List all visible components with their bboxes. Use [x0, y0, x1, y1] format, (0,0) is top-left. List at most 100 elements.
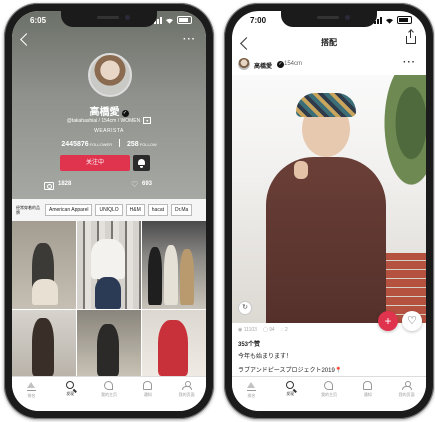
like-heart-button[interactable]: ♡: [402, 311, 422, 331]
brand-tags-label: 经常穿着的品牌: [16, 205, 40, 215]
tab-label: 我的主页: [100, 392, 117, 397]
views-count: 11103: [243, 327, 257, 333]
tab-ranking[interactable]: 排名: [236, 381, 266, 399]
photo-subject-headscarf: [296, 93, 356, 117]
heart-icon: ♡: [131, 180, 139, 189]
more-options-icon[interactable]: ···: [403, 58, 416, 68]
follower-count[interactable]: 2445876: [61, 141, 88, 148]
tab-notifications[interactable]: 通知: [133, 381, 163, 398]
tab-label: 我的主页: [320, 392, 337, 397]
more-options-icon[interactable]: ···: [183, 35, 196, 45]
profile-name-row: 高橋愛 ✓: [12, 103, 206, 118]
outfit-photo[interactable]: [12, 310, 76, 376]
tab-label: 我的页面: [178, 392, 195, 397]
phone-frame-profile: 6:05 ··· 高橋愛 ✓ @takahashiai / 154cm / WOM…: [4, 3, 214, 419]
brand-tags-bar: 经常穿着的品牌 American Apparel UNIQLO H&M haca…: [12, 199, 206, 221]
following-count[interactable]: 258: [127, 141, 139, 148]
feed-icon: [104, 381, 114, 390]
crown-icon: [246, 381, 256, 391]
bell-icon: [143, 381, 153, 390]
profile-handle: @takahashiai / 154cm / WOMEN: [66, 118, 141, 124]
page-title: 搭配: [321, 38, 337, 47]
battery-icon: [397, 16, 412, 24]
profile-counts: 1828 ♡ 693: [12, 181, 206, 193]
bell-icon: [363, 381, 373, 390]
tab-my-feed[interactable]: 我的主页: [94, 381, 124, 398]
caption-line-2: ラブアンドピースプロジェクト2019📍: [238, 365, 342, 374]
caption-line-1: 今年も始まります！: [238, 354, 293, 360]
tab-label: 通知: [363, 392, 372, 397]
brand-tag[interactable]: American Apparel: [45, 204, 93, 216]
brand-tag[interactable]: H&M: [125, 204, 145, 216]
add-button[interactable]: +: [378, 311, 398, 331]
tab-label: 通知: [143, 392, 152, 397]
profile-screen: 6:05 ··· 高橋愛 ✓ @takahashiai / 154cm / WOM…: [12, 11, 206, 411]
post-stats: ◉ 11103 ▢ 94 ◌ 2: [238, 327, 288, 333]
post-screen: 7:00 搭配 高橋愛 ✓ 154cm ··· ↻ + ♡ ◉ 11103 ▢ …: [232, 11, 426, 411]
status-time: 6:05: [30, 16, 47, 25]
rotate-icon[interactable]: ↻: [238, 301, 252, 315]
wifi-icon: [386, 18, 393, 24]
post-nav-bar: 搭配: [232, 30, 426, 53]
photo-background-plant: [380, 75, 426, 195]
status-time: 7:00: [250, 16, 267, 25]
brand-tag[interactable]: Dr.Ma: [171, 204, 193, 216]
brand-tag[interactable]: hacat: [147, 204, 168, 216]
profile-brand: WEARISTA: [94, 128, 124, 134]
tab-ranking[interactable]: 排名: [16, 381, 46, 399]
post-count[interactable]: 1828: [58, 181, 71, 187]
back-chevron-icon[interactable]: [20, 33, 33, 46]
pin-icon: 📍: [334, 368, 343, 374]
search-icon: [66, 381, 75, 389]
phone-frame-post: 7:00 搭配 高橋愛 ✓ 154cm ··· ↻ + ♡ ◉ 11103 ▢ …: [224, 3, 434, 419]
verified-badge-icon: ✓: [121, 110, 129, 117]
camera-icon: [44, 182, 54, 190]
saves-count: 94: [269, 327, 275, 333]
follower-label: FOLLOWER: [89, 142, 113, 147]
share-icon[interactable]: [406, 30, 416, 44]
outfit-photo[interactable]: [77, 310, 141, 376]
like-count[interactable]: 693: [142, 181, 152, 187]
tab-my-page[interactable]: 我的页面: [392, 381, 422, 398]
stats-divider: [119, 139, 121, 147]
tab-my-feed[interactable]: 我的主页: [314, 381, 344, 398]
person-icon: [182, 381, 193, 390]
avatar[interactable]: [238, 58, 250, 70]
tab-label: 我的页面: [398, 392, 415, 397]
caption-text: ラブアンドピースプロジェクト2019: [238, 368, 335, 374]
dropdown-chevron-icon[interactable]: ▾: [143, 117, 152, 124]
photo-subject-coat: [266, 157, 386, 323]
tab-my-page[interactable]: 我的页面: [172, 381, 202, 398]
verified-badge-icon: ✓: [277, 61, 284, 68]
notify-bell-button[interactable]: [133, 155, 150, 171]
likes-count[interactable]: 353个赞: [238, 339, 260, 348]
profile-avatar: [88, 53, 132, 97]
post-photo[interactable]: ↻: [232, 75, 426, 323]
views-stat: ◉ 11103: [238, 327, 257, 333]
battery-icon: [177, 16, 192, 24]
tab-discover[interactable]: 发现: [55, 381, 85, 397]
profile-header: ··· 高橋愛 ✓ @takahashiai / 154cm / WOMEN ▾ W…: [12, 11, 206, 199]
brand-tag[interactable]: UNIQLO: [95, 204, 123, 216]
tab-label: 排名: [247, 393, 256, 398]
comments-stat: ◌ 2: [280, 327, 288, 333]
post-author-row[interactable]: 高橋愛 ✓ 154cm ···: [232, 57, 426, 73]
outfit-photo-grid: [12, 221, 206, 376]
outfit-photo[interactable]: [77, 221, 141, 309]
person-icon: [402, 381, 413, 390]
tab-notifications[interactable]: 通知: [353, 381, 383, 398]
outfit-photo[interactable]: [142, 310, 206, 376]
photo-subject-hand: [294, 161, 308, 179]
following-button[interactable]: 关注中: [60, 155, 130, 171]
author-name[interactable]: 高橋愛: [254, 61, 272, 70]
bell-icon: [138, 159, 145, 168]
outfit-photo[interactable]: [142, 221, 206, 309]
feed-icon: [324, 381, 334, 390]
crown-icon: [26, 381, 36, 391]
comments-count: 2: [285, 327, 288, 333]
tab-label: 排名: [27, 393, 36, 398]
following-label: FOLLOW: [139, 142, 157, 147]
tab-discover[interactable]: 发现: [275, 381, 305, 397]
outfit-photo[interactable]: [12, 221, 76, 309]
phone-notch: [281, 11, 377, 27]
